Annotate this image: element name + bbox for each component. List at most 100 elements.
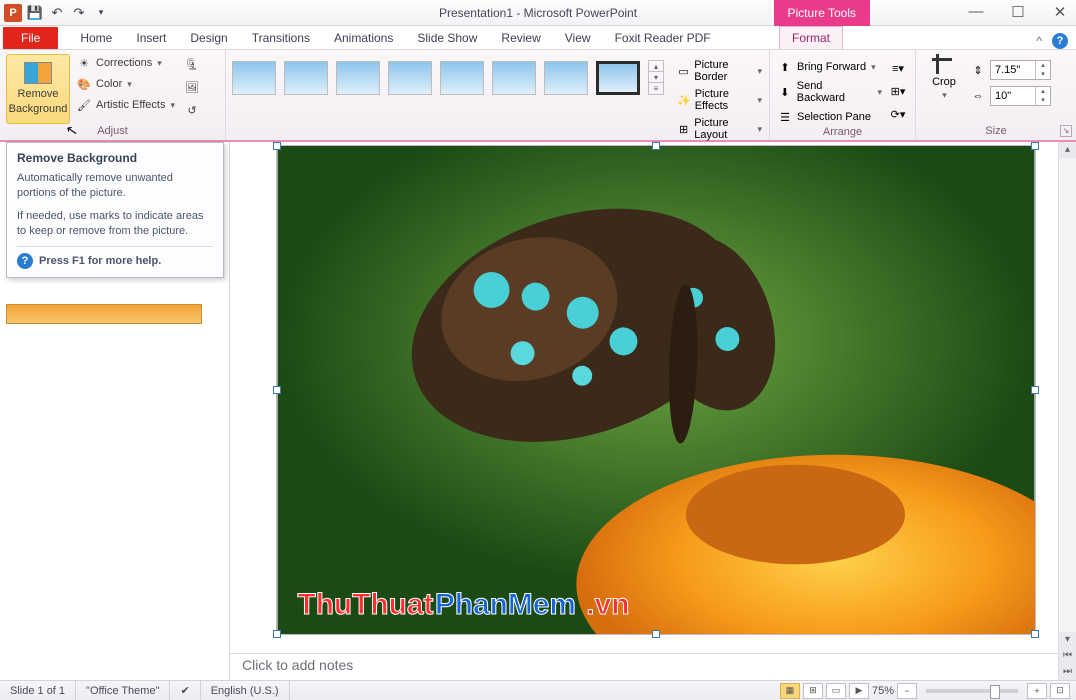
change-picture-button[interactable]: 🖼 [181, 77, 203, 97]
undo-icon[interactable]: ↶ [46, 2, 68, 24]
picture-border-button[interactable]: ▭Picture Border▾ [676, 58, 763, 84]
crop-button[interactable]: Crop▾ [922, 54, 966, 101]
next-slide-icon[interactable]: ⏭ [1059, 664, 1076, 680]
artistic-label: Artistic Effects [96, 99, 165, 111]
remove-bg-label1: Remove [18, 88, 59, 101]
redo-icon[interactable]: ↷ [68, 2, 90, 24]
tooltip-remove-background: Remove Background Automatically remove u… [6, 142, 224, 278]
width-icon: ⇔ [970, 88, 986, 104]
status-language[interactable]: English (U.S.) [201, 681, 290, 700]
color-label: Color [96, 78, 122, 90]
close-button[interactable]: ✕ [1052, 3, 1068, 21]
compress-pictures-button[interactable]: 🗜 [181, 54, 203, 74]
group-button[interactable]: ⊞▾ [887, 81, 909, 101]
help-icon: ? [17, 253, 33, 269]
style-thumb[interactable] [492, 61, 536, 95]
zoom-slider[interactable] [926, 689, 1018, 693]
notes-pane[interactable]: Click to add notes [230, 654, 1058, 680]
picture-object[interactable]: ThuThuat PhanMem .vn [276, 145, 1036, 635]
style-thumb-selected[interactable] [596, 61, 640, 95]
tab-foxit[interactable]: Foxit Reader PDF [603, 27, 723, 49]
picture-styles-gallery[interactable]: ▴▾≡ [232, 54, 664, 95]
resize-handle[interactable] [273, 142, 281, 150]
send-backward-button[interactable]: ⬇Send Backward▾ [776, 79, 883, 105]
reading-view-button[interactable]: ▭ [826, 683, 846, 699]
artistic-effects-button[interactable]: 🖌Artistic Effects▾ [74, 96, 177, 114]
artistic-icon: 🖌 [76, 97, 92, 113]
zoom-in-button[interactable]: + [1027, 683, 1047, 699]
tab-file[interactable]: File [3, 27, 58, 49]
zoom-out-button[interactable]: − [897, 683, 917, 699]
tab-format[interactable]: Format [779, 26, 843, 49]
corrections-button[interactable]: ☀Corrections▾ [74, 54, 177, 72]
resize-handle[interactable] [652, 630, 660, 638]
crop-icon [932, 54, 956, 74]
border-icon: ▭ [677, 63, 690, 79]
minimize-button[interactable]: — [968, 3, 984, 21]
scroll-down-icon[interactable]: ▾ [1059, 632, 1076, 648]
tab-insert[interactable]: Insert [124, 27, 178, 49]
spinner-up-icon[interactable]: ▴ [1036, 61, 1050, 70]
status-theme: "Office Theme" [76, 681, 170, 700]
style-thumb[interactable] [544, 61, 588, 95]
bring-forward-button[interactable]: ⬆Bring Forward▾ [776, 58, 883, 76]
tab-animations[interactable]: Animations [322, 27, 405, 49]
picture-effects-button[interactable]: ✨Picture Effects▾ [676, 87, 763, 113]
gallery-scroll[interactable]: ▴▾≡ [648, 60, 664, 95]
app-icon: P [4, 4, 22, 22]
resize-handle[interactable] [1031, 142, 1039, 150]
prev-slide-icon[interactable]: ⏮ [1059, 648, 1076, 664]
style-thumb[interactable] [440, 61, 484, 95]
effects-icon: ✨ [677, 92, 691, 108]
resize-handle[interactable] [1031, 386, 1039, 394]
context-tab-picture-tools: Picture Tools [774, 0, 870, 26]
width-value[interactable] [991, 90, 1035, 102]
tab-view[interactable]: View [553, 27, 603, 49]
align-button[interactable]: ≡▾ [887, 58, 909, 78]
tab-design[interactable]: Design [178, 27, 239, 49]
style-thumb[interactable] [388, 61, 432, 95]
dialog-launcher-icon[interactable]: ↘ [1060, 125, 1072, 137]
save-icon[interactable]: 💾 [24, 2, 46, 24]
selection-pane-button[interactable]: ☰Selection Pane [776, 108, 883, 126]
scroll-up-icon[interactable]: ▴ [1059, 142, 1076, 158]
vertical-scrollbar[interactable]: ▴ ▾ ⏮ ⏭ [1058, 142, 1076, 680]
remove-background-button[interactable]: Remove Background [6, 54, 70, 124]
picture-layout-button[interactable]: ⊞Picture Layout▾ [676, 116, 763, 142]
style-thumb[interactable] [336, 61, 380, 95]
height-value[interactable] [991, 64, 1035, 76]
remove-bg-label2: Background [9, 103, 68, 116]
spinner-down-icon[interactable]: ▾ [1036, 70, 1050, 79]
tab-home[interactable]: Home [68, 27, 124, 49]
style-thumb[interactable] [232, 61, 276, 95]
customize-qat-icon[interactable]: ▾ [90, 2, 112, 24]
resize-handle[interactable] [273, 630, 281, 638]
status-spellcheck[interactable]: ✔ [170, 681, 200, 700]
tab-slideshow[interactable]: Slide Show [405, 27, 489, 49]
resize-handle[interactable] [273, 386, 281, 394]
group-size-label: Size↘ [916, 125, 1076, 140]
color-button[interactable]: 🎨Color▾ [74, 75, 177, 93]
style-thumb[interactable] [284, 61, 328, 95]
height-input[interactable]: ▴▾ [990, 60, 1051, 80]
minimize-ribbon-icon[interactable]: ^ [1036, 34, 1042, 48]
rotate-button[interactable]: ⟳▾ [887, 104, 909, 124]
tab-transitions[interactable]: Transitions [240, 27, 322, 49]
status-bar: Slide 1 of 1 "Office Theme" ✔ English (U… [0, 680, 1076, 700]
zoom-percent[interactable]: 75% [872, 685, 894, 697]
spinner-down-icon[interactable]: ▾ [1036, 96, 1050, 105]
tab-review[interactable]: Review [489, 27, 552, 49]
slideshow-view-button[interactable]: ▶ [849, 683, 869, 699]
width-input[interactable]: ▴▾ [990, 86, 1051, 106]
fit-to-window-button[interactable]: ⊡ [1050, 683, 1070, 699]
spinner-up-icon[interactable]: ▴ [1036, 87, 1050, 96]
reset-picture-button[interactable]: ↺ [181, 100, 203, 120]
normal-view-button[interactable]: ▦ [780, 683, 800, 699]
resize-handle[interactable] [1031, 630, 1039, 638]
resize-handle[interactable] [652, 142, 660, 150]
slide-thumbnail[interactable] [6, 304, 202, 324]
help-icon[interactable]: ? [1052, 33, 1068, 49]
sorter-view-button[interactable]: ⊞ [803, 683, 823, 699]
maximize-button[interactable]: ☐ [1010, 3, 1026, 21]
slide-canvas[interactable]: ThuThuat PhanMem .vn [230, 142, 1058, 654]
